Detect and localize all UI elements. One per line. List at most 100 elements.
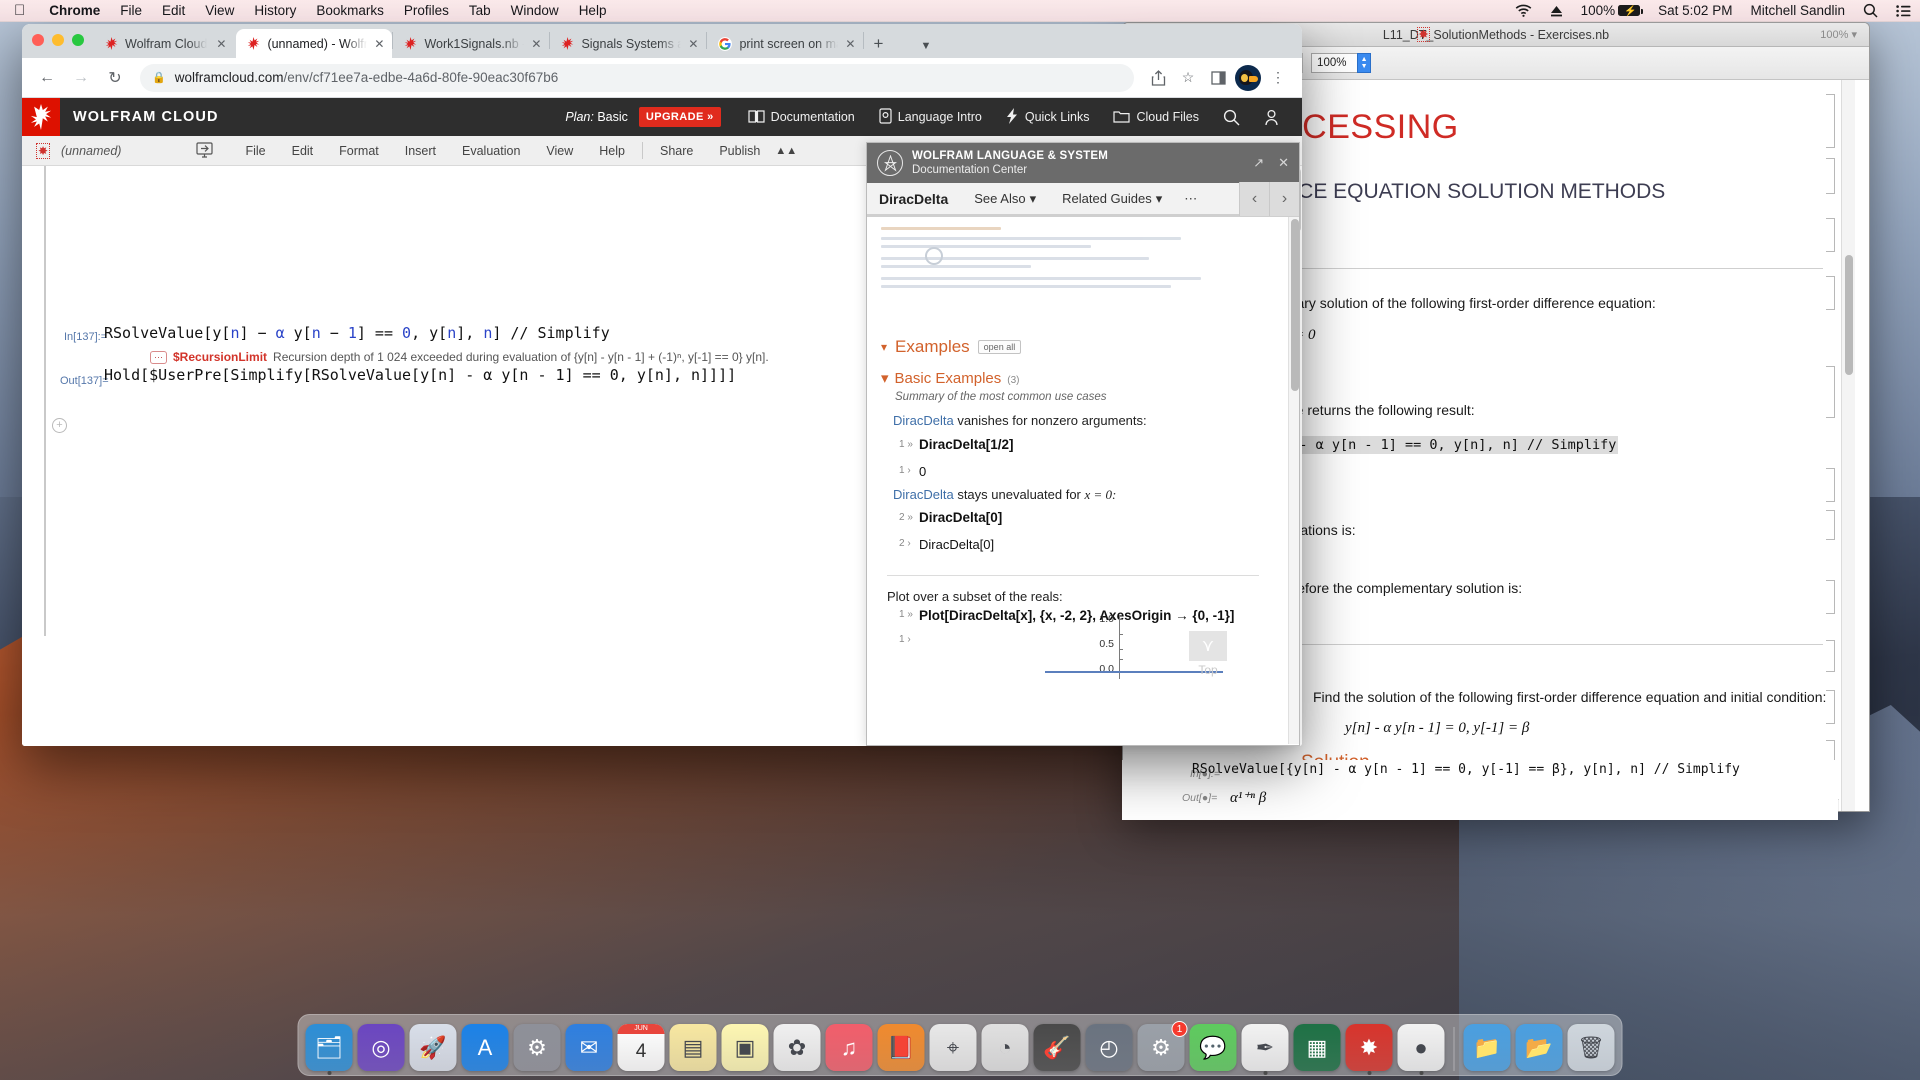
mathematica-scroll-thumb[interactable] bbox=[1845, 255, 1853, 375]
mathematica-title-zoom[interactable]: 100% ▾ bbox=[1820, 28, 1857, 41]
status-battery[interactable]: 100% ⚡ bbox=[1572, 3, 1650, 18]
chevron-down-icon[interactable]: ▼ bbox=[920, 40, 931, 52]
eject-icon[interactable] bbox=[1541, 5, 1572, 17]
example-2-input[interactable]: DiracDelta[0] bbox=[919, 510, 1002, 525]
dock-item-color-picker[interactable]: ◔ bbox=[981, 1024, 1029, 1071]
close-window-button[interactable] bbox=[32, 34, 44, 46]
cell-bracket[interactable] bbox=[1826, 158, 1835, 194]
menu-help[interactable]: Help bbox=[569, 3, 617, 18]
back-arrow-icon[interactable]: ← bbox=[32, 63, 62, 93]
close-icon[interactable]: ✕ bbox=[1278, 155, 1289, 171]
dock-item-excel[interactable]: ▦ bbox=[1293, 1024, 1341, 1071]
notebook-menu-evaluation[interactable]: Evaluation bbox=[449, 144, 533, 158]
notebook-menu-insert[interactable]: Insert bbox=[392, 144, 449, 158]
tab-list[interactable]: Wolfram Cloud ✕ (unnamed) - Wolfram Clou… bbox=[94, 29, 931, 58]
wifi-icon[interactable] bbox=[1506, 4, 1541, 17]
dock-item-chrome[interactable]: ● bbox=[1397, 1024, 1445, 1075]
dock-item-downloads-folder[interactable]: 📁 bbox=[1463, 1024, 1511, 1071]
dock-item-mathematica[interactable]: ✒ bbox=[1241, 1024, 1289, 1075]
notebook-menubar[interactable]: File Edit Format Insert Evaluation View … bbox=[189, 141, 810, 161]
wolfram-spikey-logo[interactable] bbox=[22, 98, 60, 136]
dock-item-notes-app[interactable]: ▤ bbox=[669, 1024, 717, 1071]
chevron-right-icon[interactable]: › bbox=[1269, 181, 1299, 216]
dock-item-system-preferences[interactable]: ⚙ bbox=[513, 1024, 561, 1071]
dock-item-siri[interactable]: ◎ bbox=[357, 1024, 405, 1071]
notebook-menu-share[interactable]: Share bbox=[647, 144, 706, 158]
profile-avatar-icon[interactable] bbox=[1234, 64, 1262, 92]
search-icon[interactable] bbox=[1212, 109, 1251, 126]
apple-logo-icon[interactable]:  bbox=[14, 3, 25, 18]
dock-item-wolfram-mathematica[interactable]: ✸ bbox=[1345, 1024, 1393, 1075]
upgrade-button[interactable]: UPGRADE » bbox=[638, 107, 721, 127]
reload-icon[interactable]: ↻ bbox=[100, 63, 130, 93]
three-dot-menu-icon[interactable]: ⋮ bbox=[1264, 64, 1292, 92]
documentation-panel[interactable]: WOLFRAM LANGUAGE & SYSTEM Documentation … bbox=[866, 142, 1300, 746]
maximize-window-button[interactable] bbox=[72, 34, 84, 46]
window-traffic-lights[interactable] bbox=[32, 34, 84, 46]
avatar[interactable] bbox=[1235, 64, 1261, 91]
more-dots-icon[interactable]: ⋯ bbox=[150, 350, 167, 364]
menu-chrome[interactable]: Chrome bbox=[39, 3, 110, 18]
menu-tab[interactable]: Tab bbox=[459, 3, 501, 18]
close-tab-icon[interactable]: ✕ bbox=[374, 37, 384, 51]
open-external-icon[interactable]: ↗ bbox=[1253, 155, 1264, 171]
dock-item-ibooks[interactable]: 📕 bbox=[877, 1024, 925, 1071]
cell-bracket[interactable] bbox=[1826, 218, 1835, 252]
mathematica-vertical-scrollbar[interactable] bbox=[1841, 80, 1855, 811]
status-clock[interactable]: Sat 5:02 PM bbox=[1649, 3, 1741, 18]
dock-item-photos[interactable]: ✿ bbox=[773, 1024, 821, 1071]
wolfram-cloud-nav[interactable]: Plan: Basic UPGRADE » Documentation Lang… bbox=[565, 107, 1302, 127]
side-panel-icon[interactable] bbox=[1204, 64, 1232, 92]
cell-bracket[interactable] bbox=[1826, 276, 1835, 310]
dock-item-mail[interactable]: ✉ bbox=[565, 1024, 613, 1071]
address-bar[interactable]: 🔒 wolframcloud.com/env/cf71ee7a-edbe-4a6… bbox=[140, 63, 1134, 92]
recursion-limit-message[interactable]: ⋯ $RecursionLimit Recursion depth of 1 0… bbox=[150, 350, 769, 364]
input-cell-code[interactable]: RSolveValue[y[n] − α y[n − 1] == 0, y[n]… bbox=[104, 324, 610, 342]
forward-arrow-icon[interactable]: → bbox=[66, 63, 96, 93]
dock-item-garageband[interactable]: 🎸 bbox=[1033, 1024, 1081, 1071]
menu-bar-status-items[interactable]: 100% ⚡ Sat 5:02 PM Mitchell Sandlin bbox=[1506, 3, 1920, 18]
menu-profiles[interactable]: Profiles bbox=[394, 3, 459, 18]
spotlight-search-icon[interactable] bbox=[1854, 3, 1887, 18]
dock-item-itunes[interactable]: ♫ bbox=[825, 1024, 873, 1071]
dock-item-calendar[interactable]: 4 JUN bbox=[617, 1024, 665, 1071]
star-icon[interactable]: ☆ bbox=[1174, 64, 1202, 92]
notebook-menu-file[interactable]: File bbox=[232, 144, 278, 158]
chrome-tab-strip[interactable]: Wolfram Cloud ✕ (unnamed) - Wolfram Clou… bbox=[22, 24, 1302, 58]
related-guides-dropdown[interactable]: Related Guides ▾ bbox=[1062, 191, 1162, 207]
chrome-toolbar[interactable]: ← → ↻ 🔒 wolframcloud.com/env/cf71ee7a-ed… bbox=[22, 58, 1302, 98]
control-center-icon[interactable] bbox=[1887, 4, 1920, 17]
notebook-menu-view[interactable]: View bbox=[533, 144, 586, 158]
examples-heading[interactable]: ▾ Examples open all bbox=[881, 337, 1022, 357]
doc-pager[interactable]: ‹ › bbox=[1239, 181, 1299, 216]
notebook-menu-publish[interactable]: Publish bbox=[706, 144, 773, 158]
cell-bracket[interactable] bbox=[1826, 366, 1835, 418]
mathematica-lower-content[interactable]: In[●]:= RSolveValue[{y[n] - α y[n - 1] =… bbox=[1122, 760, 1838, 820]
close-tab-icon[interactable]: ✕ bbox=[845, 37, 855, 51]
mathematica-line-4-code[interactable]: n] - α y[n - 1] == 0, y[n], n] // Simpli… bbox=[1273, 436, 1619, 454]
share-icon[interactable] bbox=[1144, 64, 1172, 92]
close-tab-icon[interactable]: ✕ bbox=[531, 37, 541, 51]
macos-menu-bar[interactable]:  Chrome File Edit View History Bookmark… bbox=[0, 0, 1920, 22]
cell-bracket[interactable] bbox=[1826, 640, 1835, 672]
browser-tab-active[interactable]: (unnamed) - Wolfram Cloud ✕ bbox=[236, 29, 393, 58]
open-all-button[interactable]: open all bbox=[977, 340, 1022, 354]
notebook-name[interactable]: (unnamed) bbox=[61, 144, 121, 158]
zoom-value[interactable]: 100% bbox=[1311, 53, 1358, 73]
documentation-panel-nav[interactable]: DiracDelta See Also ▾ Related Guides ▾ ⋯ ‹… bbox=[867, 181, 1299, 217]
cell-bracket[interactable] bbox=[1826, 580, 1835, 614]
documentation-panel-actions[interactable]: ↗ ✕ bbox=[1253, 155, 1289, 171]
dock-item-messages[interactable]: 💬 bbox=[1189, 1024, 1237, 1071]
menu-view[interactable]: View bbox=[195, 3, 244, 18]
notebook-menu-format[interactable]: Format bbox=[326, 144, 392, 158]
dock-item-launchpad[interactable]: 🚀 bbox=[409, 1024, 457, 1071]
new-tab-button[interactable]: + bbox=[864, 30, 892, 58]
menu-edit[interactable]: Edit bbox=[152, 3, 195, 18]
output-cell-code[interactable]: Hold[$UserPre[Simplify[RSolveValue[y[n] … bbox=[104, 366, 736, 384]
nav-cloud-files[interactable]: Cloud Files bbox=[1102, 109, 1210, 126]
double-chevron-up-icon[interactable]: ▲▲ bbox=[773, 145, 810, 157]
spinner-stepper-icon[interactable]: ▲ ▼ bbox=[1357, 53, 1372, 73]
nav-language-intro[interactable]: Language Intro bbox=[868, 107, 993, 127]
browser-tab[interactable]: Wolfram Cloud ✕ bbox=[94, 29, 236, 58]
dock-item-stickies[interactable]: ▣ bbox=[721, 1024, 769, 1071]
